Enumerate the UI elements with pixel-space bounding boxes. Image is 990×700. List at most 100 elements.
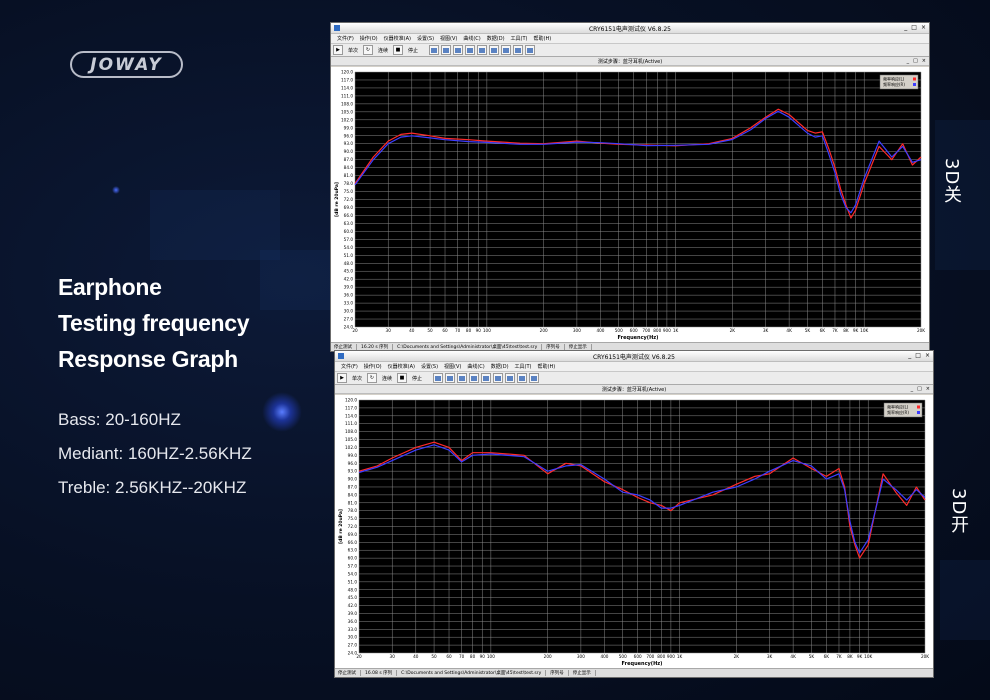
save-icon[interactable] (489, 45, 500, 55)
close-icon[interactable]: × (922, 58, 926, 64)
menu-file[interactable]: 文件(F) (341, 363, 358, 370)
loop-icon[interactable]: ↻ (367, 373, 378, 383)
minimize-icon[interactable]: _ (904, 24, 907, 31)
y-tick-label: 96.0 (348, 461, 358, 466)
loop-icon[interactable]: ↻ (363, 45, 374, 55)
mail-icon[interactable] (445, 373, 456, 383)
menu-data[interactable]: 数据(D) (487, 35, 505, 42)
menu-view[interactable]: 视图(V) (440, 35, 457, 42)
export-icon[interactable] (501, 45, 512, 55)
menu-curve[interactable]: 曲线(C) (467, 363, 484, 370)
stop-icon[interactable]: ■ (393, 45, 404, 55)
maximize-icon[interactable]: □ (913, 58, 918, 64)
play-icon[interactable]: ▶ (333, 45, 343, 55)
maximize-icon[interactable]: □ (915, 352, 921, 359)
columns-icon[interactable] (529, 373, 540, 383)
y-tick-label: 99.0 (344, 125, 354, 130)
mail-icon[interactable] (441, 45, 452, 55)
y-tick-label: 75.0 (344, 189, 354, 194)
play-icon[interactable]: ▶ (337, 373, 347, 383)
menu-tools[interactable]: 工具(T) (511, 35, 528, 42)
save-icon[interactable] (493, 373, 504, 383)
menu-curve[interactable]: 曲线(C) (463, 35, 480, 42)
menu-help[interactable]: 帮助(H) (534, 35, 552, 42)
x-tick-label: 1K (677, 654, 683, 659)
open-file-icon[interactable] (429, 45, 440, 55)
y-tick-label: 30.0 (344, 309, 354, 314)
status-serial: 序列号 (550, 670, 569, 676)
x-tick-label: 4K (786, 328, 792, 333)
x-tick-label: 800 (653, 328, 661, 333)
menu-data[interactable]: 数据(D) (491, 363, 509, 370)
x-tick-label: 90 (480, 654, 486, 659)
x-tick-label: 900 (663, 328, 671, 333)
grid-icon[interactable] (517, 373, 528, 383)
y-tick-label: 93.0 (344, 141, 354, 146)
menu-operation[interactable]: 操作(O) (360, 35, 378, 42)
spec-treble: Treble: 2.56KHZ--20KHZ (58, 478, 246, 498)
single-test-button[interactable]: 单次 (345, 45, 361, 55)
x-tick-label: 2K (734, 654, 740, 659)
single-test-button[interactable]: 单次 (349, 373, 365, 383)
close-icon[interactable]: × (925, 352, 930, 359)
minimize-icon[interactable]: _ (911, 386, 914, 392)
x-tick-label: 20K (921, 654, 929, 659)
y-tick-label: 54.0 (348, 571, 358, 576)
config-icon[interactable] (465, 45, 476, 55)
window-titlebar: CRY6151电声测试仪 V6.8.25 _ □ × (331, 23, 929, 34)
y-tick-label: 93.0 (348, 469, 358, 474)
maximize-icon[interactable]: □ (917, 386, 922, 392)
x-axis-label: Frequency(Hz) (622, 661, 663, 667)
x-tick-label: 100 (483, 328, 491, 333)
export-icon[interactable] (505, 373, 516, 383)
y-tick-label: 42.0 (344, 277, 354, 282)
menu-tools[interactable]: 工具(T) (515, 363, 532, 370)
chart-icon[interactable] (453, 45, 464, 55)
config-icon[interactable] (469, 373, 480, 383)
background-equalizer-bars (940, 560, 990, 640)
grid-icon[interactable] (513, 45, 524, 55)
close-icon[interactable]: × (921, 24, 926, 31)
maximize-icon[interactable]: □ (911, 24, 917, 31)
toolbar-separator (423, 45, 427, 55)
x-tick-label: 30 (390, 654, 396, 659)
x-tick-label: 10K (860, 328, 868, 333)
menu-help[interactable]: 帮助(H) (538, 363, 556, 370)
stop-test-button[interactable]: 停止 (405, 45, 421, 55)
columns-icon[interactable] (525, 45, 536, 55)
minimize-icon[interactable]: _ (908, 352, 911, 359)
y-tick-label: 108.0 (341, 101, 353, 106)
menu-operation[interactable]: 操作(O) (364, 363, 382, 370)
menu-view[interactable]: 视图(V) (444, 363, 461, 370)
y-tick-label: 39.0 (348, 611, 358, 616)
stop-test-button[interactable]: 停止 (409, 373, 425, 383)
menu-calibration[interactable]: 仪器校准(A) (388, 363, 415, 370)
menu-settings[interactable]: 设置(S) (421, 363, 438, 370)
menu-settings[interactable]: 设置(S) (417, 35, 434, 42)
open-file-icon[interactable] (433, 373, 444, 383)
y-tick-label: 36.0 (348, 619, 358, 624)
continuous-test-button[interactable]: 连续 (379, 373, 395, 383)
x-tick-label: 80 (466, 328, 472, 333)
x-tick-label: 10K (864, 654, 872, 659)
continuous-test-button[interactable]: 连续 (375, 45, 391, 55)
test-step-title: 测试步骤：蓝牙耳机(Active) (597, 58, 663, 65)
legend-swatch (917, 411, 920, 414)
brand-logo: JOWAY (70, 51, 183, 78)
menu-calibration[interactable]: 仪器校准(A) (384, 35, 411, 42)
minimize-icon[interactable]: _ (907, 58, 910, 64)
chart-icon[interactable] (457, 373, 468, 383)
y-tick-label: 27.0 (344, 317, 354, 322)
menu-file[interactable]: 文件(F) (337, 35, 354, 42)
close-icon[interactable]: × (926, 386, 930, 392)
x-tick-label: 40 (413, 654, 419, 659)
x-tick-label: 400 (600, 654, 608, 659)
print-icon[interactable] (477, 45, 488, 55)
stop-icon[interactable]: ■ (397, 373, 408, 383)
y-tick-label: 87.0 (348, 484, 358, 489)
print-icon[interactable] (481, 373, 492, 383)
toolbar: ▶ 单次 ↻ 连续 ■ 停止 (331, 44, 929, 57)
y-tick-label: 114.0 (345, 413, 357, 418)
y-tick-label: 120.0 (341, 70, 353, 75)
x-tick-label: 90 (476, 328, 482, 333)
